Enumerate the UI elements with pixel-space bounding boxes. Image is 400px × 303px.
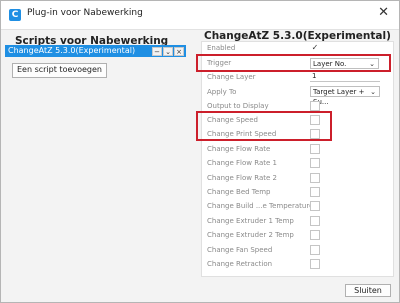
chevron-down-icon: ⌄ — [370, 88, 376, 96]
setting-label-change-extruder-2-temp: Change Extruder 2 Temp — [207, 231, 294, 239]
change-extruder-2-temp-checkbox[interactable] — [310, 230, 320, 240]
highlight-box-trigger — [196, 54, 391, 72]
add-script-button[interactable]: Een script toevoegen — [12, 63, 107, 78]
setting-label-change-flow-rate-2: Change Flow Rate 2 — [207, 174, 277, 182]
highlight-box-speed — [196, 111, 332, 141]
change-build-temp-checkbox[interactable] — [310, 201, 320, 211]
setting-label-change-bed-temp: Change Bed Temp — [207, 188, 271, 196]
output-to-display-checkbox[interactable] — [310, 101, 320, 111]
apply-to-select[interactable]: Target Layer + Su... ⌄ — [310, 86, 380, 106]
change-layer-field[interactable]: 1 — [310, 71, 380, 82]
change-flow-rate-2-checkbox[interactable] — [310, 173, 320, 183]
delete-script-button[interactable]: × — [174, 47, 184, 56]
setting-label-apply-to: Apply To — [207, 88, 237, 96]
post-processing-dialog: C Plug-in voor Nabewerking ✕ Scripts voo… — [0, 0, 400, 303]
close-icon[interactable]: ✕ — [378, 5, 389, 20]
title-bar: C Plug-in voor Nabewerking ✕ — [1, 1, 399, 30]
setting-label-change-layer: Change Layer — [207, 73, 256, 81]
setting-label-change-fan-speed: Change Fan Speed — [207, 246, 273, 254]
setting-label-change-extruder-1-temp: Change Extruder 1 Temp — [207, 217, 294, 225]
script-label: ChangeAtZ 5.3.0(Experimental) — [8, 46, 136, 55]
setting-label-enabled: Enabled — [207, 44, 236, 52]
setting-label-change-flow-rate: Change Flow Rate — [207, 145, 271, 153]
change-extruder-1-temp-checkbox[interactable] — [310, 216, 320, 226]
remove-script-button[interactable]: − — [152, 47, 162, 56]
move-down-button[interactable]: ⌄ — [163, 47, 173, 56]
change-flow-rate-1-checkbox[interactable] — [310, 158, 320, 168]
change-fan-speed-checkbox[interactable] — [310, 245, 320, 255]
change-bed-temp-checkbox[interactable] — [310, 187, 320, 197]
close-button[interactable]: Sluiten — [345, 284, 391, 297]
enabled-checkbox[interactable]: ✓ — [310, 43, 320, 53]
change-retraction-checkbox[interactable] — [310, 259, 320, 269]
app-icon: C — [9, 9, 21, 21]
setting-label-change-retraction: Change Retraction — [207, 260, 273, 268]
setting-label-change-build-temp: Change Build ...e Temperature — [207, 202, 314, 210]
script-list-item[interactable]: ChangeAtZ 5.3.0(Experimental) − ⌄ × — [5, 45, 186, 57]
setting-label-output-to-display: Output to Display — [207, 102, 269, 110]
change-flow-rate-checkbox[interactable] — [310, 144, 320, 154]
setting-label-change-flow-rate-1: Change Flow Rate 1 — [207, 159, 277, 167]
window-title: Plug-in voor Nabewerking — [27, 8, 143, 18]
